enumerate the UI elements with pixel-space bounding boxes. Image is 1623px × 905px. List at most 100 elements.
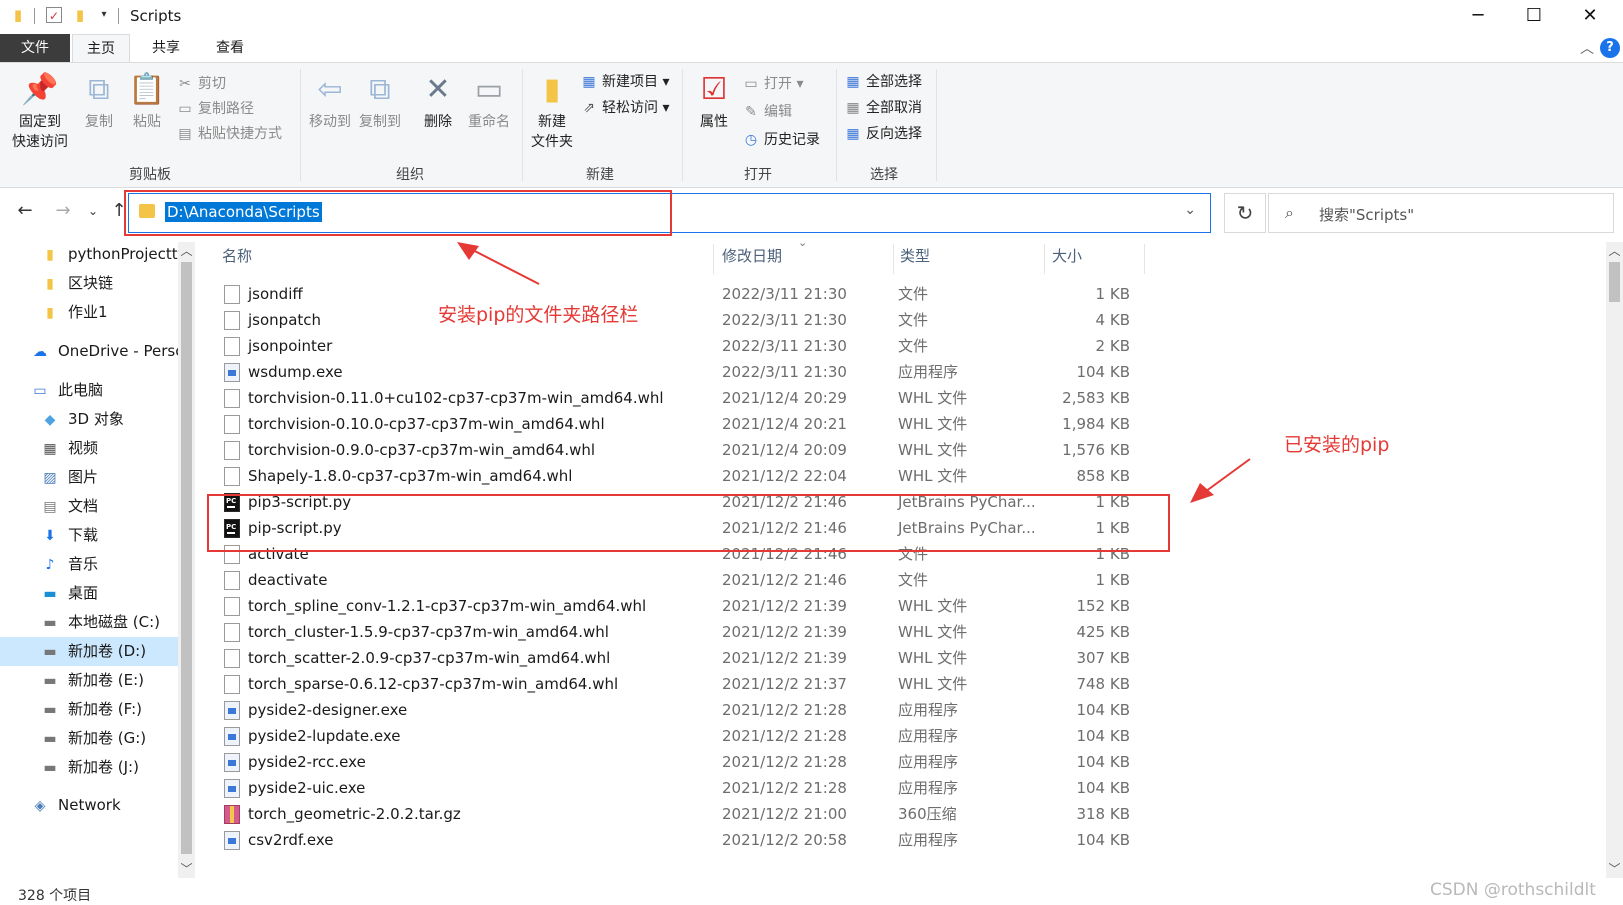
scroll-up-icon[interactable]: ︿	[178, 242, 195, 259]
history-button[interactable]: ◷ 历史记录	[742, 129, 820, 149]
file-icon	[224, 675, 240, 694]
nav-item[interactable]: ▨ 图片	[40, 463, 98, 492]
file-icon	[224, 571, 240, 590]
music-icon: ♪	[45, 557, 55, 573]
file-row[interactable]: Shapely-1.8.0-cp37-cp37m-win_amd64.whl 20…	[210, 463, 1140, 490]
nav-item[interactable]: ▦ 视频	[40, 434, 98, 463]
back-button[interactable]: ←	[14, 200, 36, 221]
tab-view[interactable]: 查看	[202, 34, 258, 62]
new-item-button[interactable]: ▦ 新建项目 ▾	[580, 71, 669, 91]
delete-button[interactable]: ✕ 删除	[416, 71, 460, 131]
properties-quick-icon[interactable]: ✓	[46, 7, 62, 23]
column-header-type[interactable]: 类型	[900, 245, 930, 275]
file-row[interactable]: torchvision-0.9.0-cp37-cp37m-win_amd64.w…	[210, 437, 1140, 464]
tab-share[interactable]: 共享	[138, 34, 194, 62]
copy-path-button[interactable]: ▭ 复制路径	[176, 98, 254, 118]
file-size: 858 KB	[1076, 467, 1130, 485]
open-button[interactable]: ▭ 打开 ▾	[742, 73, 803, 93]
copy-to-button[interactable]: ⧉ 复制到	[356, 71, 404, 131]
file-size: 2 KB	[1095, 337, 1130, 355]
nav-item[interactable]: ▬ 桌面	[40, 579, 98, 608]
nav-item[interactable]: ▮ 区块链	[40, 269, 113, 298]
edit-button[interactable]: ✎ 编辑	[742, 101, 792, 121]
column-header-size[interactable]: 大小	[1052, 245, 1082, 275]
nav-item[interactable]: ▬ 新加卷 (G:)	[40, 724, 146, 753]
nav-item[interactable]: ▬ 新加卷 (F:)	[40, 695, 142, 724]
tab-home[interactable]: 主页	[72, 34, 130, 62]
rename-button[interactable]: ▭ 重命名	[464, 71, 514, 131]
cut-label: 剪切	[198, 76, 226, 92]
file-row[interactable]: torchvision-0.11.0+cu102-cp37-cp37m-win_…	[210, 385, 1140, 412]
collapse-ribbon-icon[interactable]: ︿	[1580, 38, 1594, 58]
help-icon[interactable]: ?	[1600, 38, 1620, 58]
select-none-button[interactable]: ▦ 全部取消	[844, 97, 922, 117]
nav-item[interactable]: ▬ 新加卷 (D:)	[0, 637, 178, 666]
file-row[interactable]: torch_sparse-0.6.12-cp37-cp37m-win_amd64…	[210, 671, 1140, 698]
recent-locations-icon[interactable]: ⌄	[82, 204, 104, 218]
scroll-down-icon[interactable]: ﹀	[178, 860, 195, 877]
properties-button[interactable]: ☑ 属性	[690, 71, 738, 131]
file-row[interactable]: pyside2-lupdate.exe 2021/12/2 21:28 应用程序 10…	[210, 723, 1140, 750]
file-row[interactable]: deactivate 2021/12/2 21:46 文件 1 KB	[210, 567, 1140, 594]
file-row[interactable]: torch_geometric-2.0.2.tar.gz 2021/12/2 21…	[210, 801, 1140, 828]
nav-item[interactable]: ♪ 音乐	[40, 550, 98, 579]
nav-item[interactable]: ▭ 此电脑	[30, 376, 103, 405]
file-list-scrollbar[interactable]: ︿ ﹀	[1606, 242, 1623, 878]
nav-item[interactable]: ⬇ 下载	[40, 521, 98, 550]
file-row[interactable]: torch_cluster-1.5.9-cp37-cp37m-win_amd64…	[210, 619, 1140, 646]
cut-button[interactable]: ✂ 剪切	[176, 73, 226, 93]
nav-item[interactable]: ▬ 新加卷 (J:)	[40, 753, 139, 782]
paste-shortcut-button[interactable]: ▤ 粘贴快捷方式	[176, 123, 282, 143]
column-header-name[interactable]: 名称	[222, 245, 252, 275]
file-icon	[224, 623, 240, 642]
file-date: 2022/3/11 21:30	[722, 285, 847, 303]
minimize-button[interactable]: ─	[1455, 0, 1501, 32]
close-button[interactable]: ✕	[1567, 0, 1613, 32]
nav-item[interactable]: ▤ 文档	[40, 492, 98, 521]
customize-quick-access-icon[interactable]: ▾	[96, 7, 112, 23]
scroll-thumb[interactable]	[181, 262, 192, 854]
file-row[interactable]: jsondiff 2022/3/11 21:30 文件 1 KB	[210, 281, 1140, 308]
paste-button[interactable]: 📋 粘贴	[124, 71, 170, 131]
file-row[interactable]: wsdump.exe 2022/3/11 21:30 应用程序 104 KB	[210, 359, 1140, 386]
nav-item[interactable]: ▮ pythonProjectt	[40, 240, 178, 269]
tab-file[interactable]: 文件	[0, 34, 70, 62]
nav-item[interactable]: ◆ 3D 对象	[40, 405, 124, 434]
refresh-button[interactable]: ↻	[1224, 193, 1266, 233]
nav-item[interactable]: ☁ OneDrive - Persc	[30, 337, 183, 366]
invert-selection-button[interactable]: ▦ 反向选择	[844, 123, 922, 143]
file-row[interactable]: pyside2-rcc.exe 2021/12/2 21:28 应用程序 104 KB	[210, 749, 1140, 776]
search-icon: ⌕	[1285, 203, 1294, 222]
maximize-button[interactable]: ☐	[1511, 0, 1557, 32]
file-row[interactable]: jsonpatch 2022/3/11 21:30 文件 4 KB	[210, 307, 1140, 334]
file-icon	[224, 389, 240, 408]
file-row[interactable]: csv2rdf.exe 2021/12/2 20:58 应用程序 104 KB	[210, 827, 1140, 854]
move-to-button[interactable]: ⇦ 移动到	[306, 71, 354, 131]
file-row[interactable]: pyside2-uic.exe 2021/12/2 21:28 应用程序 104 KB	[210, 775, 1140, 802]
nav-item[interactable]: ◈ Network	[30, 791, 121, 820]
file-type: 文件	[898, 337, 929, 355]
chevron-down-icon[interactable]: ⌄	[1184, 202, 1196, 218]
new-folder-quick-icon[interactable]: ▮	[72, 7, 88, 23]
new-folder-button[interactable]: ▮ 新建 文件夹	[526, 71, 578, 151]
scroll-down-icon[interactable]: ﹀	[1606, 860, 1623, 877]
search-box[interactable]: ⌕ 搜索"Scripts"	[1268, 193, 1614, 233]
forward-button[interactable]: →	[52, 200, 74, 221]
file-row[interactable]: pyside2-designer.exe 2021/12/2 21:28 应用程序 1…	[210, 697, 1140, 724]
nav-item[interactable]: ▬ 本地磁盘 (C:)	[40, 608, 160, 637]
easy-access-button[interactable]: ⇗ 轻松访问 ▾	[580, 97, 669, 117]
file-row[interactable]: torch_spline_conv-1.2.1-cp37-cp37m-win_a…	[210, 593, 1140, 620]
file-row[interactable]: torch_scatter-2.0.9-cp37-cp37m-win_amd64…	[210, 645, 1140, 672]
nav-scrollbar[interactable]: ︿ ﹀	[178, 242, 195, 878]
search-input[interactable]: 搜索"Scripts"	[1319, 204, 1414, 225]
nav-item[interactable]: ▬ 新加卷 (E:)	[40, 666, 144, 695]
copy-button[interactable]: ⧉ 复制	[76, 71, 122, 131]
scroll-up-icon[interactable]: ︿	[1606, 242, 1623, 259]
pin-quick-access-button[interactable]: 📌 固定到 快速访问	[8, 71, 72, 151]
file-row[interactable]: jsonpointer 2022/3/11 21:30 文件 2 KB	[210, 333, 1140, 360]
scroll-thumb[interactable]	[1609, 262, 1620, 302]
column-header-date[interactable]: 修改日期	[722, 245, 782, 275]
file-row[interactable]: torchvision-0.10.0-cp37-cp37m-win_amd64.…	[210, 411, 1140, 438]
nav-item[interactable]: ▮ 作业1	[40, 298, 107, 327]
select-all-button[interactable]: ▦ 全部选择	[844, 71, 922, 91]
